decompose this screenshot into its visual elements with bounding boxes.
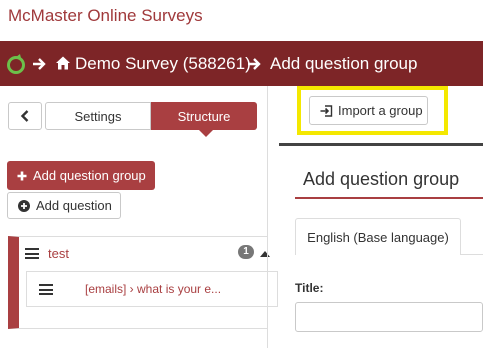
breadcrumb-current: Add question group [270, 54, 418, 73]
question-group-list: test 1 [emails] › what is your e... [8, 236, 278, 329]
sidebar-divider [267, 86, 268, 348]
add-question-group-button[interactable]: Add question group [7, 161, 155, 190]
hamburger-icon[interactable] [25, 248, 39, 259]
home-icon [56, 56, 70, 70]
heading-underline [295, 197, 483, 199]
import-group-label: Import a group [338, 103, 423, 118]
tab-bar-line [461, 254, 483, 255]
arrow-right-icon [33, 58, 46, 70]
import-icon [320, 104, 333, 117]
active-tab-indicator [199, 130, 213, 137]
plus-icon [17, 171, 27, 180]
top-navbar: Demo Survey (588261) Add question group [0, 41, 483, 86]
caret-up-icon[interactable] [260, 251, 270, 257]
question-item[interactable]: [emails] › what is your e... [26, 271, 278, 307]
add-question-group-label: Add question group [33, 168, 146, 183]
tab-structure[interactable]: Structure [151, 102, 257, 130]
import-group-button[interactable]: Import a group [309, 96, 428, 125]
page-title: Add question group [303, 169, 460, 189]
app-title: McMaster Online Surveys [8, 6, 203, 25]
arrow-right-icon [248, 58, 261, 70]
title-field-label: Title: [295, 281, 324, 295]
tab-settings[interactable]: Settings [45, 102, 151, 130]
question-count-badge: 1 [238, 245, 254, 259]
chevron-left-icon [20, 110, 29, 122]
breadcrumb-survey-link[interactable]: Demo Survey (588261) [75, 54, 251, 74]
tab-language-english[interactable]: English (Base language) [295, 218, 461, 255]
hamburger-icon[interactable] [39, 284, 53, 295]
plus-circle-icon [18, 199, 30, 212]
title-input[interactable] [295, 302, 483, 332]
toolbar-separator [279, 143, 483, 146]
sidebar-collapse-button[interactable] [8, 102, 42, 130]
question-group-item[interactable]: test 1 [19, 237, 270, 269]
survey-logo-icon[interactable] [5, 53, 27, 75]
question-item-label[interactable]: [emails] › what is your e... [85, 282, 221, 296]
add-question-button[interactable]: Add question [7, 192, 121, 219]
question-group-name[interactable]: test [48, 246, 69, 261]
add-question-label: Add question [36, 198, 112, 213]
